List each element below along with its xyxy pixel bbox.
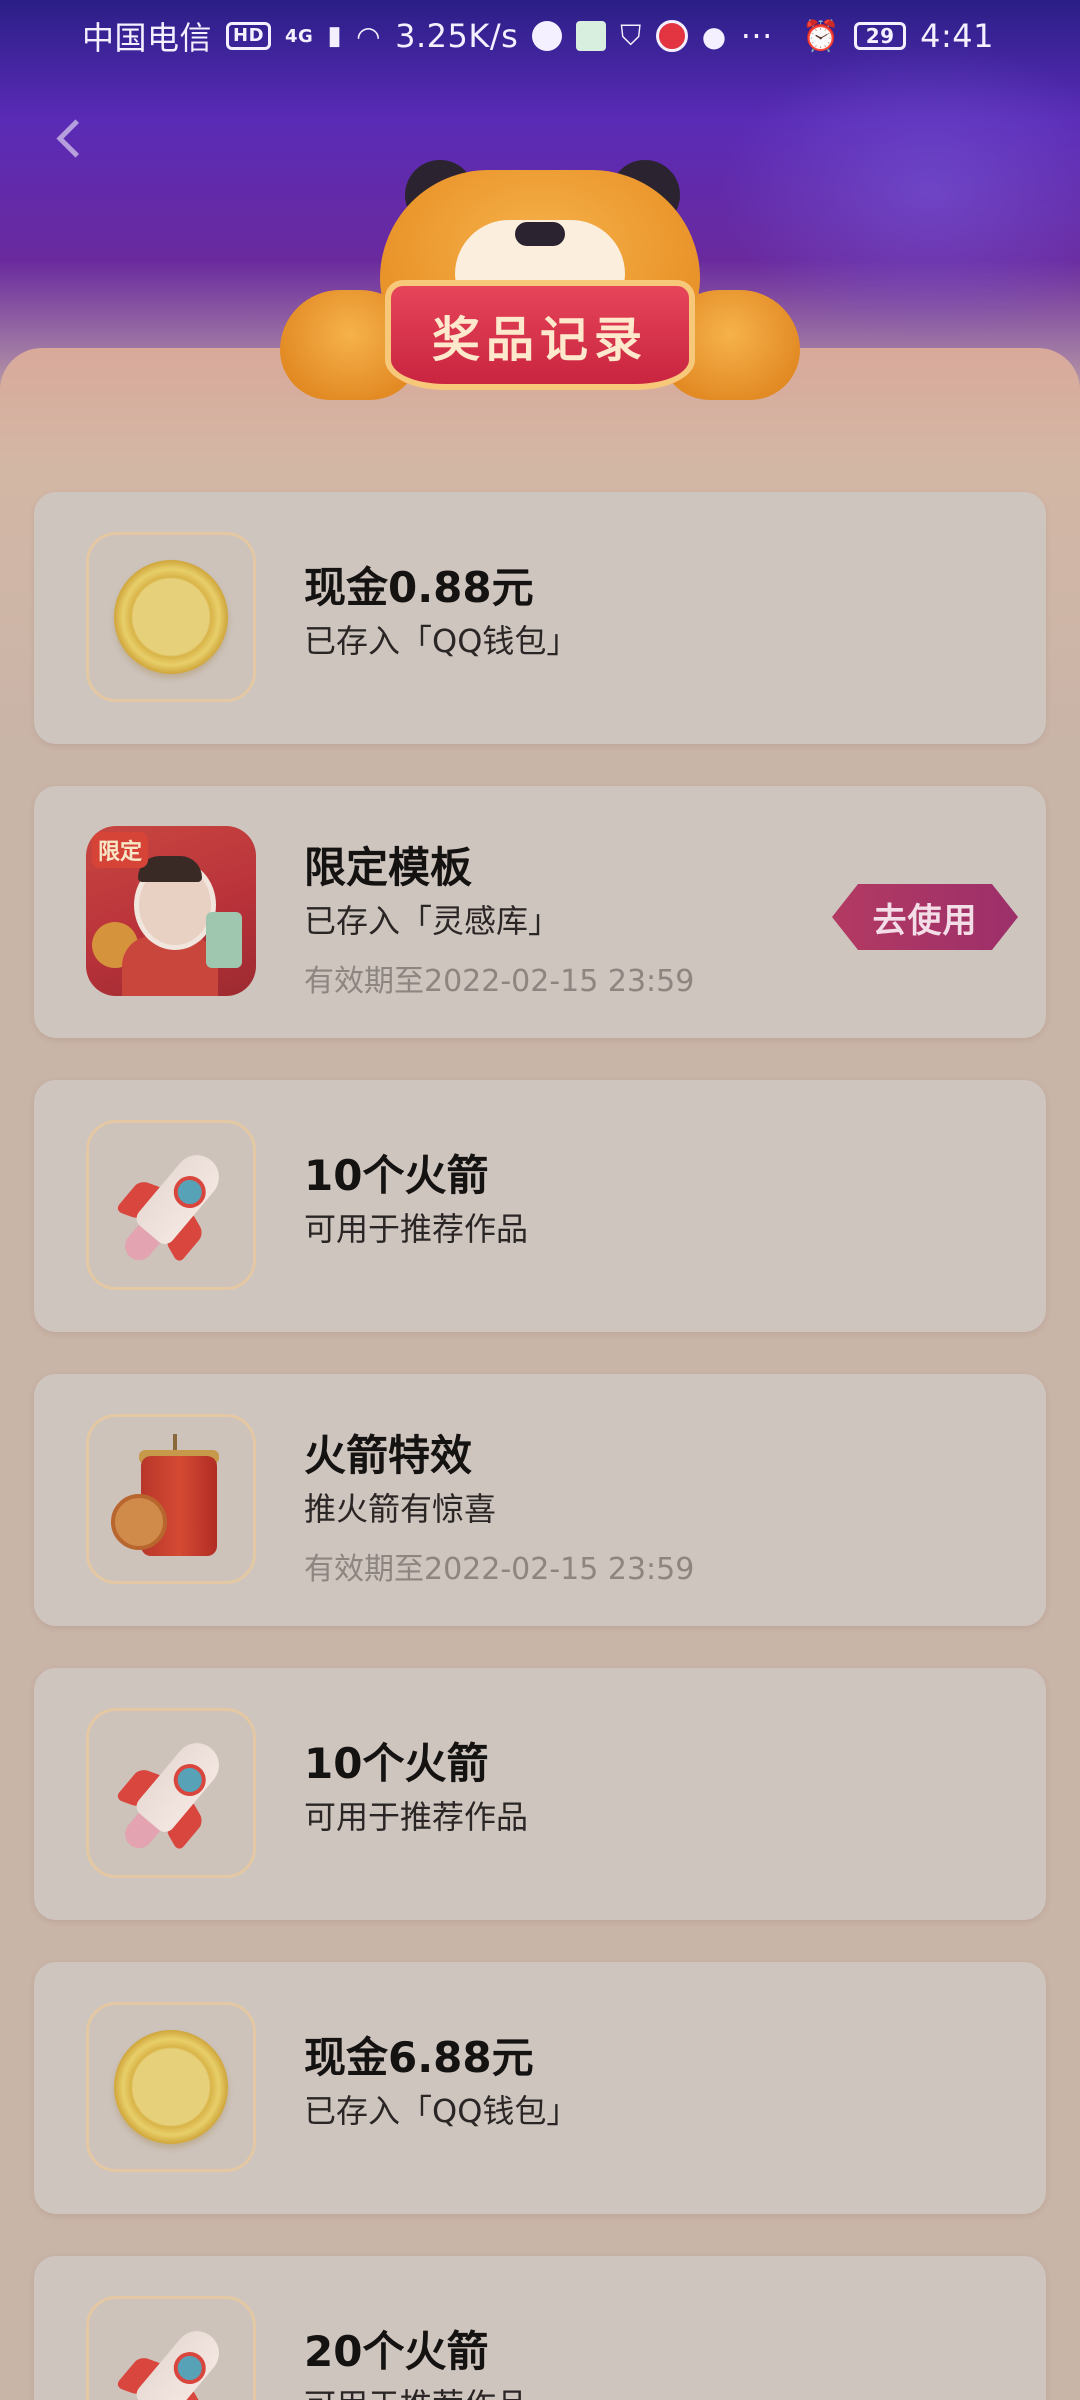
record-thumbnail — [86, 1708, 256, 1878]
record-thumbnail: 限定 — [86, 826, 256, 996]
wifi-icon: ◠ — [356, 19, 382, 53]
signal-icon: ▮ — [327, 21, 343, 51]
rocket-icon — [89, 1123, 253, 1287]
record-thumbnail — [86, 532, 256, 702]
page-title: 奖品记录 — [385, 280, 695, 390]
record-subtitle: 已存入「QQ钱包」 — [304, 622, 579, 660]
template-image: 限定 — [86, 826, 256, 996]
back-button[interactable] — [48, 108, 92, 168]
record-thumbnail — [86, 1414, 256, 1584]
rocket-icon — [89, 1711, 253, 1875]
tiger-nose — [515, 222, 565, 246]
record-card: 10个火箭 可用于推荐作品 — [34, 1080, 1046, 1332]
network-label: 4G — [285, 25, 314, 47]
record-subtitle: 已存入「灵感库」 — [304, 902, 561, 940]
record-thumbnail — [86, 2002, 256, 2172]
record-card: 10个火箭 可用于推荐作品 — [34, 1668, 1046, 1920]
hd-badge: HD — [226, 22, 272, 50]
limited-tag: 限定 — [92, 832, 149, 868]
record-card: 现金0.88元 已存入「QQ钱包」 — [34, 492, 1046, 744]
record-expiry: 有效期至2022-02-15 23:59 — [304, 1552, 695, 1587]
screen: 中国电信 HD 4G ▮ ◠ 3.25K/s ⛉ ● ··· ⏰ 29 4:41 — [0, 0, 1080, 2400]
bank-app-icon — [655, 20, 688, 52]
rocket-icon — [89, 2299, 253, 2400]
record-subtitle: 可用于推荐作品 — [304, 1798, 529, 1836]
shield-icon: ⛉ — [620, 19, 642, 52]
template-cup-shape — [206, 912, 242, 968]
carrier-label: 中国电信 — [82, 19, 213, 57]
record-title: 现金0.88元 — [304, 563, 534, 612]
record-subtitle: 可用于推荐作品 — [304, 2380, 528, 2400]
record-title: 10个火箭 — [304, 1739, 489, 1788]
record-title: 现金6.88元 — [304, 2033, 534, 2082]
record-title: 限定模板 — [304, 843, 473, 892]
record-subtitle: 可用于推荐作品 — [304, 1210, 529, 1248]
record-subtitle: 推火箭有惊喜 — [304, 1490, 497, 1528]
app-notification-icon-2 — [576, 21, 607, 51]
record-card: 20个火箭 可用于推荐作品 — [34, 2256, 1046, 2400]
record-title: 20个火箭 — [304, 2327, 489, 2376]
record-title: 火箭特效 — [304, 1431, 473, 1480]
firecracker-icon — [111, 1434, 231, 1564]
record-subtitle: 已存入「QQ钱包」 — [304, 2092, 579, 2130]
speed-label: 3.25K/s — [395, 17, 519, 55]
coin-icon — [114, 2030, 228, 2144]
record-card: 限定 限定模板 已存入「灵感库」 有效期至2022-02-15 23:59 去使… — [34, 786, 1046, 1038]
record-thumbnail — [86, 2296, 256, 2400]
record-card: 火箭特效 推火箭有惊喜 有效期至2022-02-15 23:59 — [34, 1374, 1046, 1626]
record-title: 10个火箭 — [304, 1151, 489, 1200]
status-left: 中国电信 HD 4G ▮ ◠ 3.25K/s ⛉ ● ··· — [82, 13, 773, 59]
record-card: 现金6.88元 已存入「QQ钱包」 — [34, 1962, 1046, 2214]
tiger-mascot: 奖品记录 — [270, 160, 810, 410]
record-expiry: 有效期至2022-02-15 23:59 — [304, 964, 695, 999]
app-notification-icon — [532, 21, 563, 51]
record-thumbnail — [86, 1120, 256, 1290]
use-button[interactable]: 去使用 — [832, 884, 1018, 950]
coin-icon — [114, 560, 228, 674]
